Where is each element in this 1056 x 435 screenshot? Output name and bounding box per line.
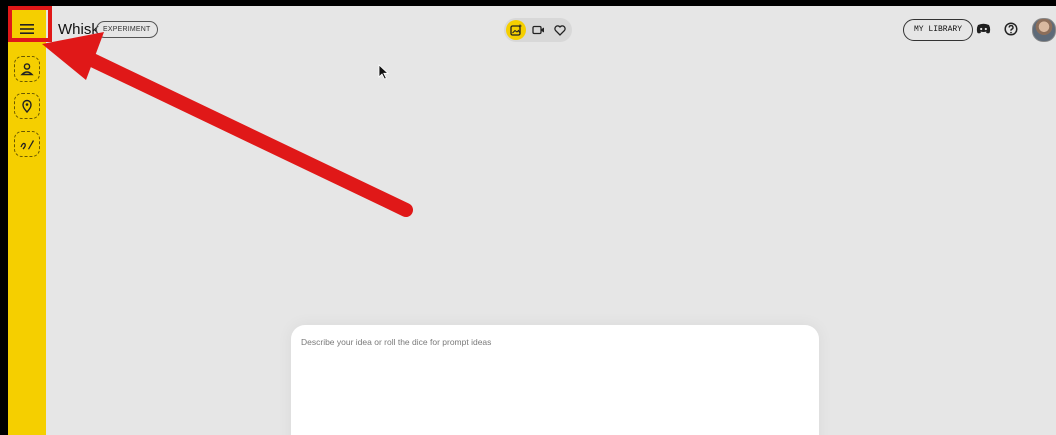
arrow-shaft xyxy=(81,51,413,217)
app-window: Whisk EXPERIMENT MY LIBRARY xyxy=(8,6,1056,435)
prompt-input[interactable] xyxy=(301,337,801,435)
brush-icon xyxy=(20,140,34,150)
mouse-cursor-icon xyxy=(378,64,390,80)
sidebar xyxy=(8,6,46,435)
style-tool-button[interactable] xyxy=(14,131,40,157)
scene-tool-button[interactable] xyxy=(14,93,40,119)
discord-icon xyxy=(976,23,990,34)
video-mode-icon xyxy=(531,25,544,35)
experiment-badge: EXPERIMENT xyxy=(96,21,158,38)
heart-icon xyxy=(554,24,566,36)
prompt-panel xyxy=(291,325,819,435)
image-mode-button[interactable] xyxy=(506,20,526,40)
location-pin-icon xyxy=(22,99,32,113)
discord-button[interactable] xyxy=(974,20,992,38)
app-name: Whisk xyxy=(58,21,99,38)
mode-switch xyxy=(504,18,572,42)
favorites-button[interactable] xyxy=(550,20,570,40)
help-button[interactable] xyxy=(1002,20,1020,38)
video-mode-button[interactable] xyxy=(528,20,548,40)
user-avatar[interactable] xyxy=(1032,18,1056,42)
image-mode-icon xyxy=(510,24,522,36)
subject-tool-button[interactable] xyxy=(14,56,40,82)
help-icon xyxy=(1004,22,1018,36)
annotation-highlight-box xyxy=(8,6,52,42)
my-library-button[interactable]: MY LIBRARY xyxy=(903,19,974,41)
person-icon xyxy=(20,63,34,76)
